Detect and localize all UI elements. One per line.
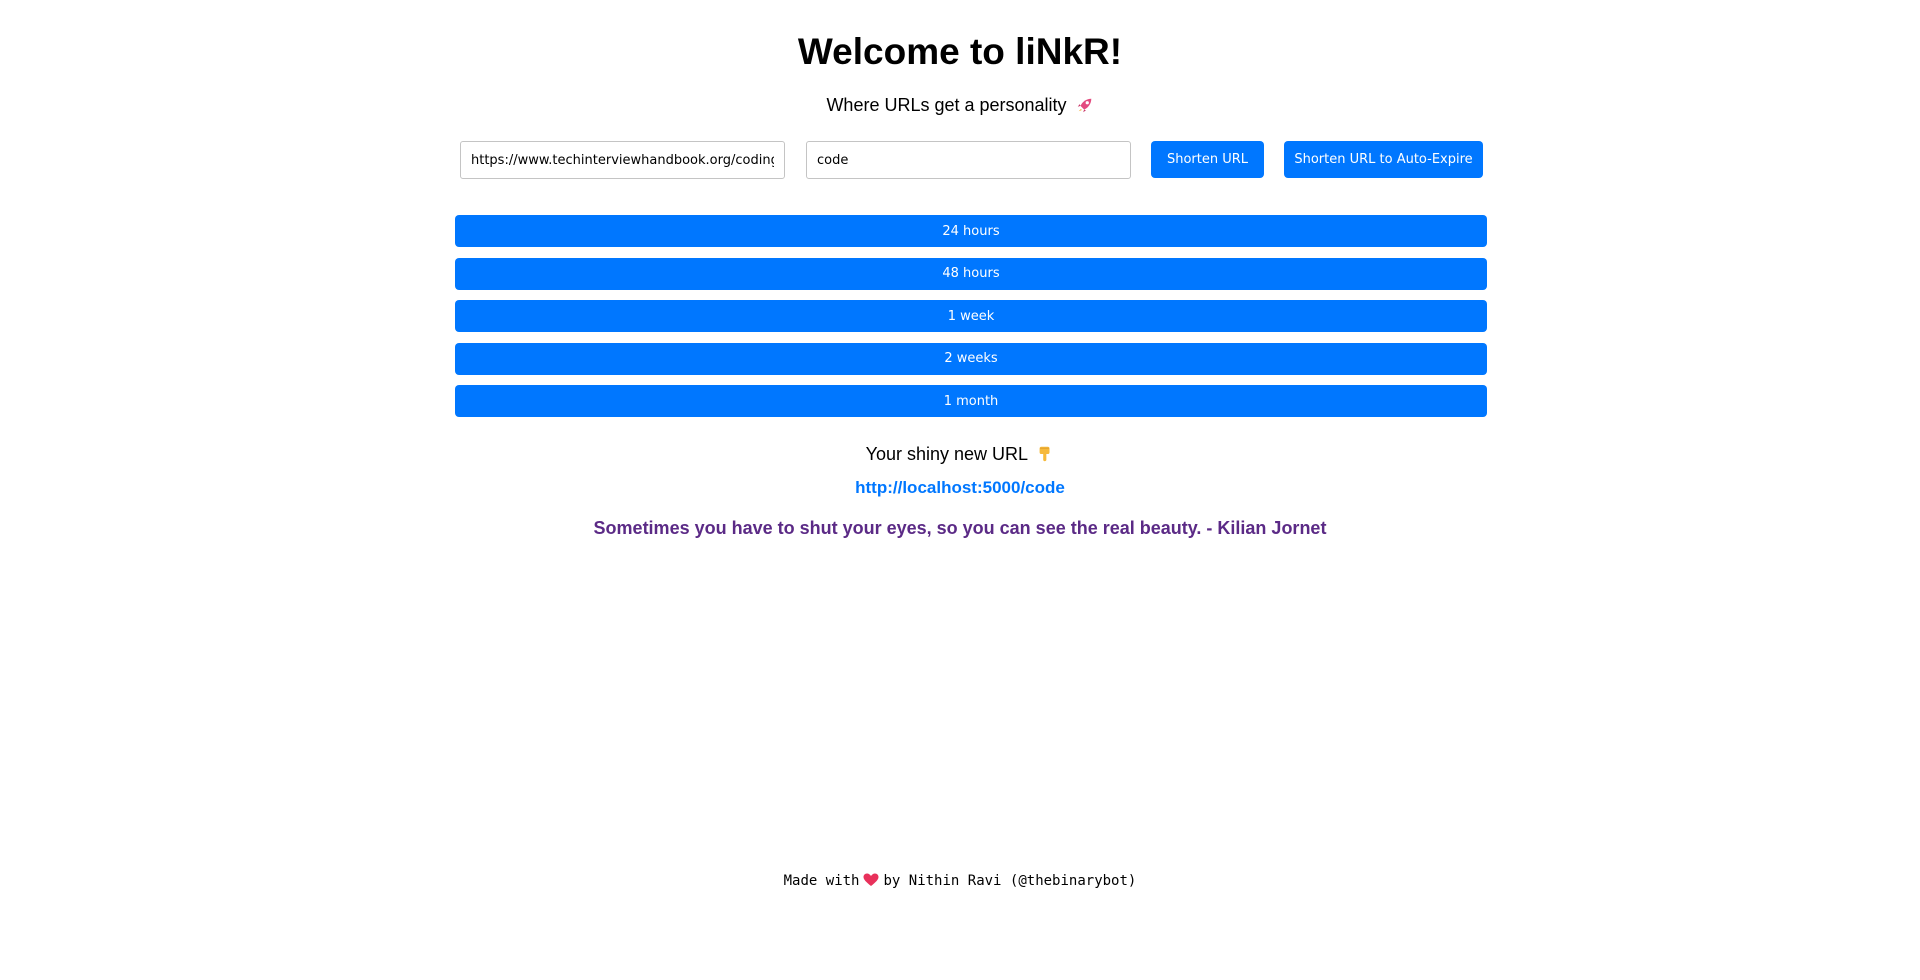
shorten-form: Shorten URL Shorten URL to Auto-Expire	[460, 141, 1490, 179]
alias-input[interactable]	[806, 141, 1131, 179]
page-title: Welcome to liNkR!	[797, 31, 1123, 72]
quote: Sometimes you have to shut your eyes, so…	[593, 518, 1327, 538]
footer-suffix: by Nithin Ravi (@thebinarybot)	[883, 873, 1137, 889]
result-label-text: Your shiny new URL	[865, 444, 1028, 464]
subtitle-text: Where URLs get a personality	[826, 95, 1067, 115]
short-url: http://localhost:5000/code	[0, 477, 1920, 499]
result-label: Your shiny new URL	[0, 443, 1920, 465]
shorten-auto-expire-button[interactable]: Shorten URL to Auto-Expire	[1284, 141, 1483, 178]
duration-48-hours-button[interactable]: 48 hours	[455, 257, 1487, 290]
expiry-duration-list: 24 hours 48 hours 1 week 2 weeks 1 month	[455, 215, 1487, 428]
page: Welcome to liNkR! Where URLs get a perso…	[0, 0, 1920, 980]
duration-24-hours-button[interactable]: 24 hours	[455, 215, 1487, 247]
duration-1-week-button[interactable]: 1 week	[455, 300, 1487, 332]
heart-icon	[863, 873, 879, 887]
url-input[interactable]	[460, 141, 785, 179]
subtitle: Where URLs get a personality	[0, 94, 1920, 116]
duration-1-month-button[interactable]: 1 month	[455, 385, 1487, 417]
rocket-icon	[1076, 96, 1094, 114]
footer: Made with by Nithin Ravi (@thebinarybot)	[0, 872, 1920, 890]
footer-prefix: Made with	[783, 873, 860, 889]
short-url-link[interactable]: http://localhost:5000/code	[855, 478, 1065, 497]
shorten-url-button[interactable]: Shorten URL	[1151, 141, 1264, 178]
pointing-down-hand-icon	[1036, 445, 1054, 463]
duration-2-weeks-button[interactable]: 2 weeks	[455, 342, 1487, 375]
